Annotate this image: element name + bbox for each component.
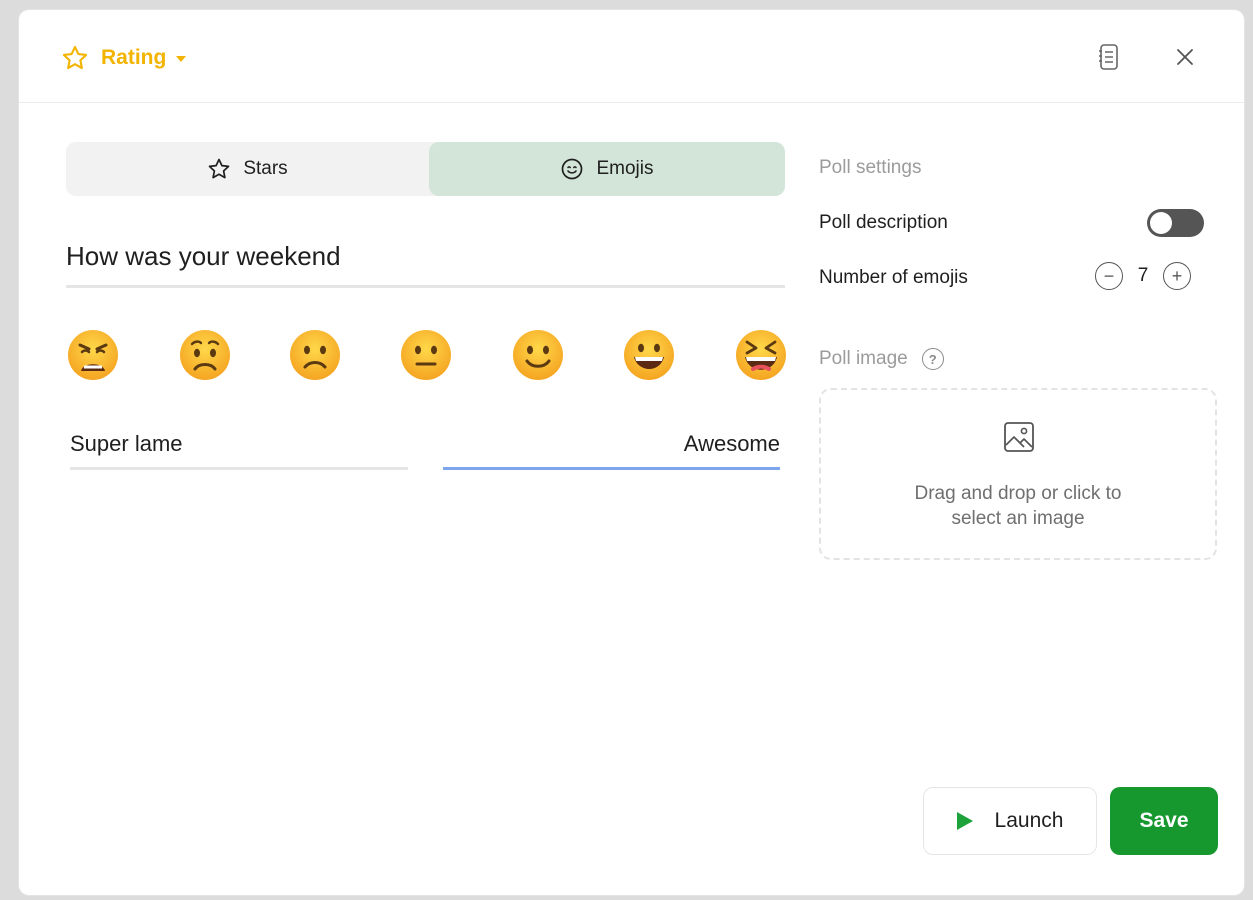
slightly-frowning-face-icon[interactable] <box>288 328 342 382</box>
chevron-down-icon <box>176 56 187 62</box>
dropzone-hint-line1: Drag and drop or click to <box>914 483 1122 504</box>
poll-type-dropdown[interactable]: Rating <box>61 44 187 72</box>
poll-type-label: Rating <box>101 46 167 69</box>
close-icon <box>1177 49 1193 65</box>
weary-face-icon[interactable] <box>66 328 120 382</box>
poll-settings-title: Poll settings <box>819 157 922 178</box>
worried-face-icon[interactable] <box>178 328 232 382</box>
emoji-scale <box>66 328 791 388</box>
toggle-knob <box>1150 212 1172 234</box>
help-icon[interactable]: ? <box>921 348 944 370</box>
dropzone-hint: Drag and drop or click to select an imag… <box>821 481 1215 531</box>
emojis-tab-label: Emojis <box>596 158 654 179</box>
rating-style-switch: Stars Emojis <box>66 142 785 196</box>
emoji-count-value: 7 <box>1137 265 1149 286</box>
high-label-input[interactable]: Awesome <box>443 428 780 470</box>
dropzone-hint-line2: select an image <box>951 508 1085 529</box>
poll-description-toggle[interactable] <box>1147 209 1204 237</box>
grinning-face-icon[interactable] <box>622 328 676 382</box>
emojis-tab[interactable]: Emojis <box>429 142 785 196</box>
emoji-count-stepper: − 7 + <box>1095 262 1191 290</box>
image-icon <box>1004 422 1034 452</box>
question-input[interactable]: How was your weekend <box>66 236 785 288</box>
launch-button[interactable]: Launch <box>923 787 1097 855</box>
save-button[interactable]: Save <box>1110 787 1218 855</box>
modal-header: Rating <box>19 10 1244 103</box>
notes-icon <box>1099 44 1118 70</box>
laughing-face-icon[interactable] <box>734 328 788 382</box>
star-outline-icon <box>208 158 230 179</box>
poll-image-label-row: Poll image ? <box>819 348 944 370</box>
poll-image-label: Poll image <box>819 348 908 369</box>
low-label-input[interactable]: Super lame <box>70 428 408 470</box>
stars-tab[interactable]: Stars <box>66 142 429 196</box>
neutral-face-icon[interactable] <box>399 328 453 382</box>
poll-description-label: Poll description <box>819 212 948 233</box>
image-dropzone[interactable]: Drag and drop or click to select an imag… <box>819 388 1217 560</box>
close-button[interactable] <box>1168 40 1202 74</box>
launch-label: Launch <box>994 809 1064 832</box>
poll-editor-modal: Rating Stars Emojis How was your weekend… <box>19 10 1244 895</box>
stars-tab-label: Stars <box>243 158 288 179</box>
star-outline-icon <box>62 45 88 70</box>
increment-button[interactable]: + <box>1163 262 1191 290</box>
notes-button[interactable] <box>1092 40 1126 74</box>
number-of-emojis-label: Number of emojis <box>819 267 968 288</box>
slightly-smiling-face-icon[interactable] <box>511 328 565 382</box>
decrement-button[interactable]: − <box>1095 262 1123 290</box>
smiley-icon <box>562 158 583 180</box>
play-icon <box>956 812 973 830</box>
